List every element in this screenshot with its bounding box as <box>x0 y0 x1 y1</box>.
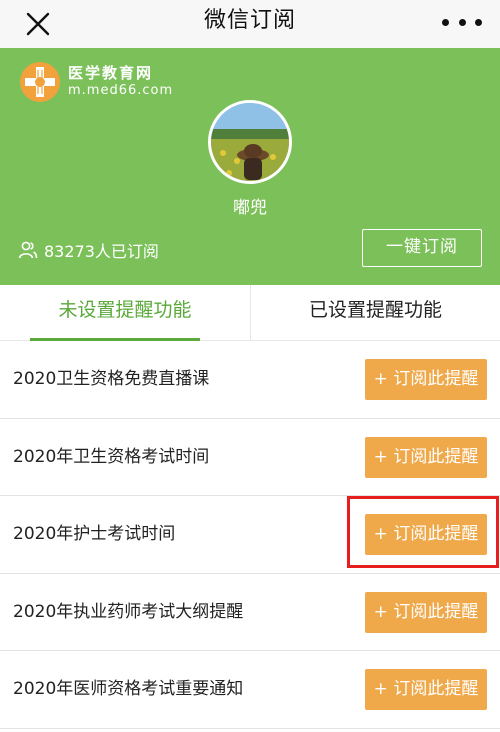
subscribe-reminder-button[interactable]: + 订阅此提醒 <box>365 669 487 710</box>
list-item: 2020年执业药师考试大纲提醒 + 订阅此提醒 <box>0 574 500 651</box>
item-title: 2020年执业药师考试大纲提醒 <box>13 601 244 622</box>
item-title: 2020年医师资格考试重要通知 <box>13 679 244 699</box>
subscribe-reminder-button[interactable]: + 订阅此提醒 <box>365 514 487 555</box>
site-logo: 医学教育网 m.med66.com <box>20 62 173 102</box>
username: 嘟兜 <box>233 198 267 218</box>
subscribe-reminder-button[interactable]: + 订阅此提醒 <box>365 436 487 478</box>
subscribe-reminder-button[interactable]: + 订阅此提醒 <box>365 359 487 400</box>
item-title: 2020年卫生资格考试时间 <box>13 446 210 467</box>
profile-header: 医学教育网 m.med66.com 嘟兜 83273人已订阅 一键订阅 <box>0 48 500 285</box>
top-navbar: 微信订阅 <box>0 0 500 48</box>
logo-url: m.med66.com <box>68 83 174 98</box>
page-title: 微信订阅 <box>203 8 296 33</box>
tab-unset-reminders[interactable]: 未设置提醒功能 <box>0 285 250 341</box>
tab-set-reminders[interactable]: 已设置提醒功能 <box>250 285 500 341</box>
tab-bar: 未设置提醒功能 已设置提醒功能 <box>0 285 500 341</box>
more-dots-icon[interactable] <box>442 8 482 36</box>
list-item: 2020年护士考试时间 + 订阅此提醒 <box>0 496 500 574</box>
subscriber-count: 83273人已订阅 <box>18 238 159 262</box>
list-item: 2020年医师资格考试重要通知 + 订阅此提醒 <box>0 651 500 729</box>
subscriber-count-text: 83273人已订阅 <box>44 242 159 261</box>
list-item: 2020卫生资格免费直播课 + 订阅此提醒 <box>0 341 500 419</box>
list-item: 2020年卫生资格考试时间 + 订阅此提醒 <box>0 419 500 496</box>
subscribe-reminder-button[interactable]: + 订阅此提醒 <box>365 591 487 633</box>
tab-label: 已设置提醒功能 <box>308 299 442 321</box>
item-title: 2020卫生资格免费直播课 <box>13 369 210 389</box>
reminder-list: 2020卫生资格免费直播课 + 订阅此提醒 2020年卫生资格考试时间 + 订阅… <box>0 341 500 729</box>
users-icon <box>18 241 38 259</box>
one-key-subscribe-button[interactable]: 一键订阅 <box>362 229 482 267</box>
logo-cross-icon <box>20 62 60 102</box>
tab-label: 未设置提醒功能 <box>58 299 192 321</box>
avatar <box>208 100 292 184</box>
item-title: 2020年护士考试时间 <box>13 524 176 544</box>
logo-name: 医学教育网 <box>68 64 154 82</box>
